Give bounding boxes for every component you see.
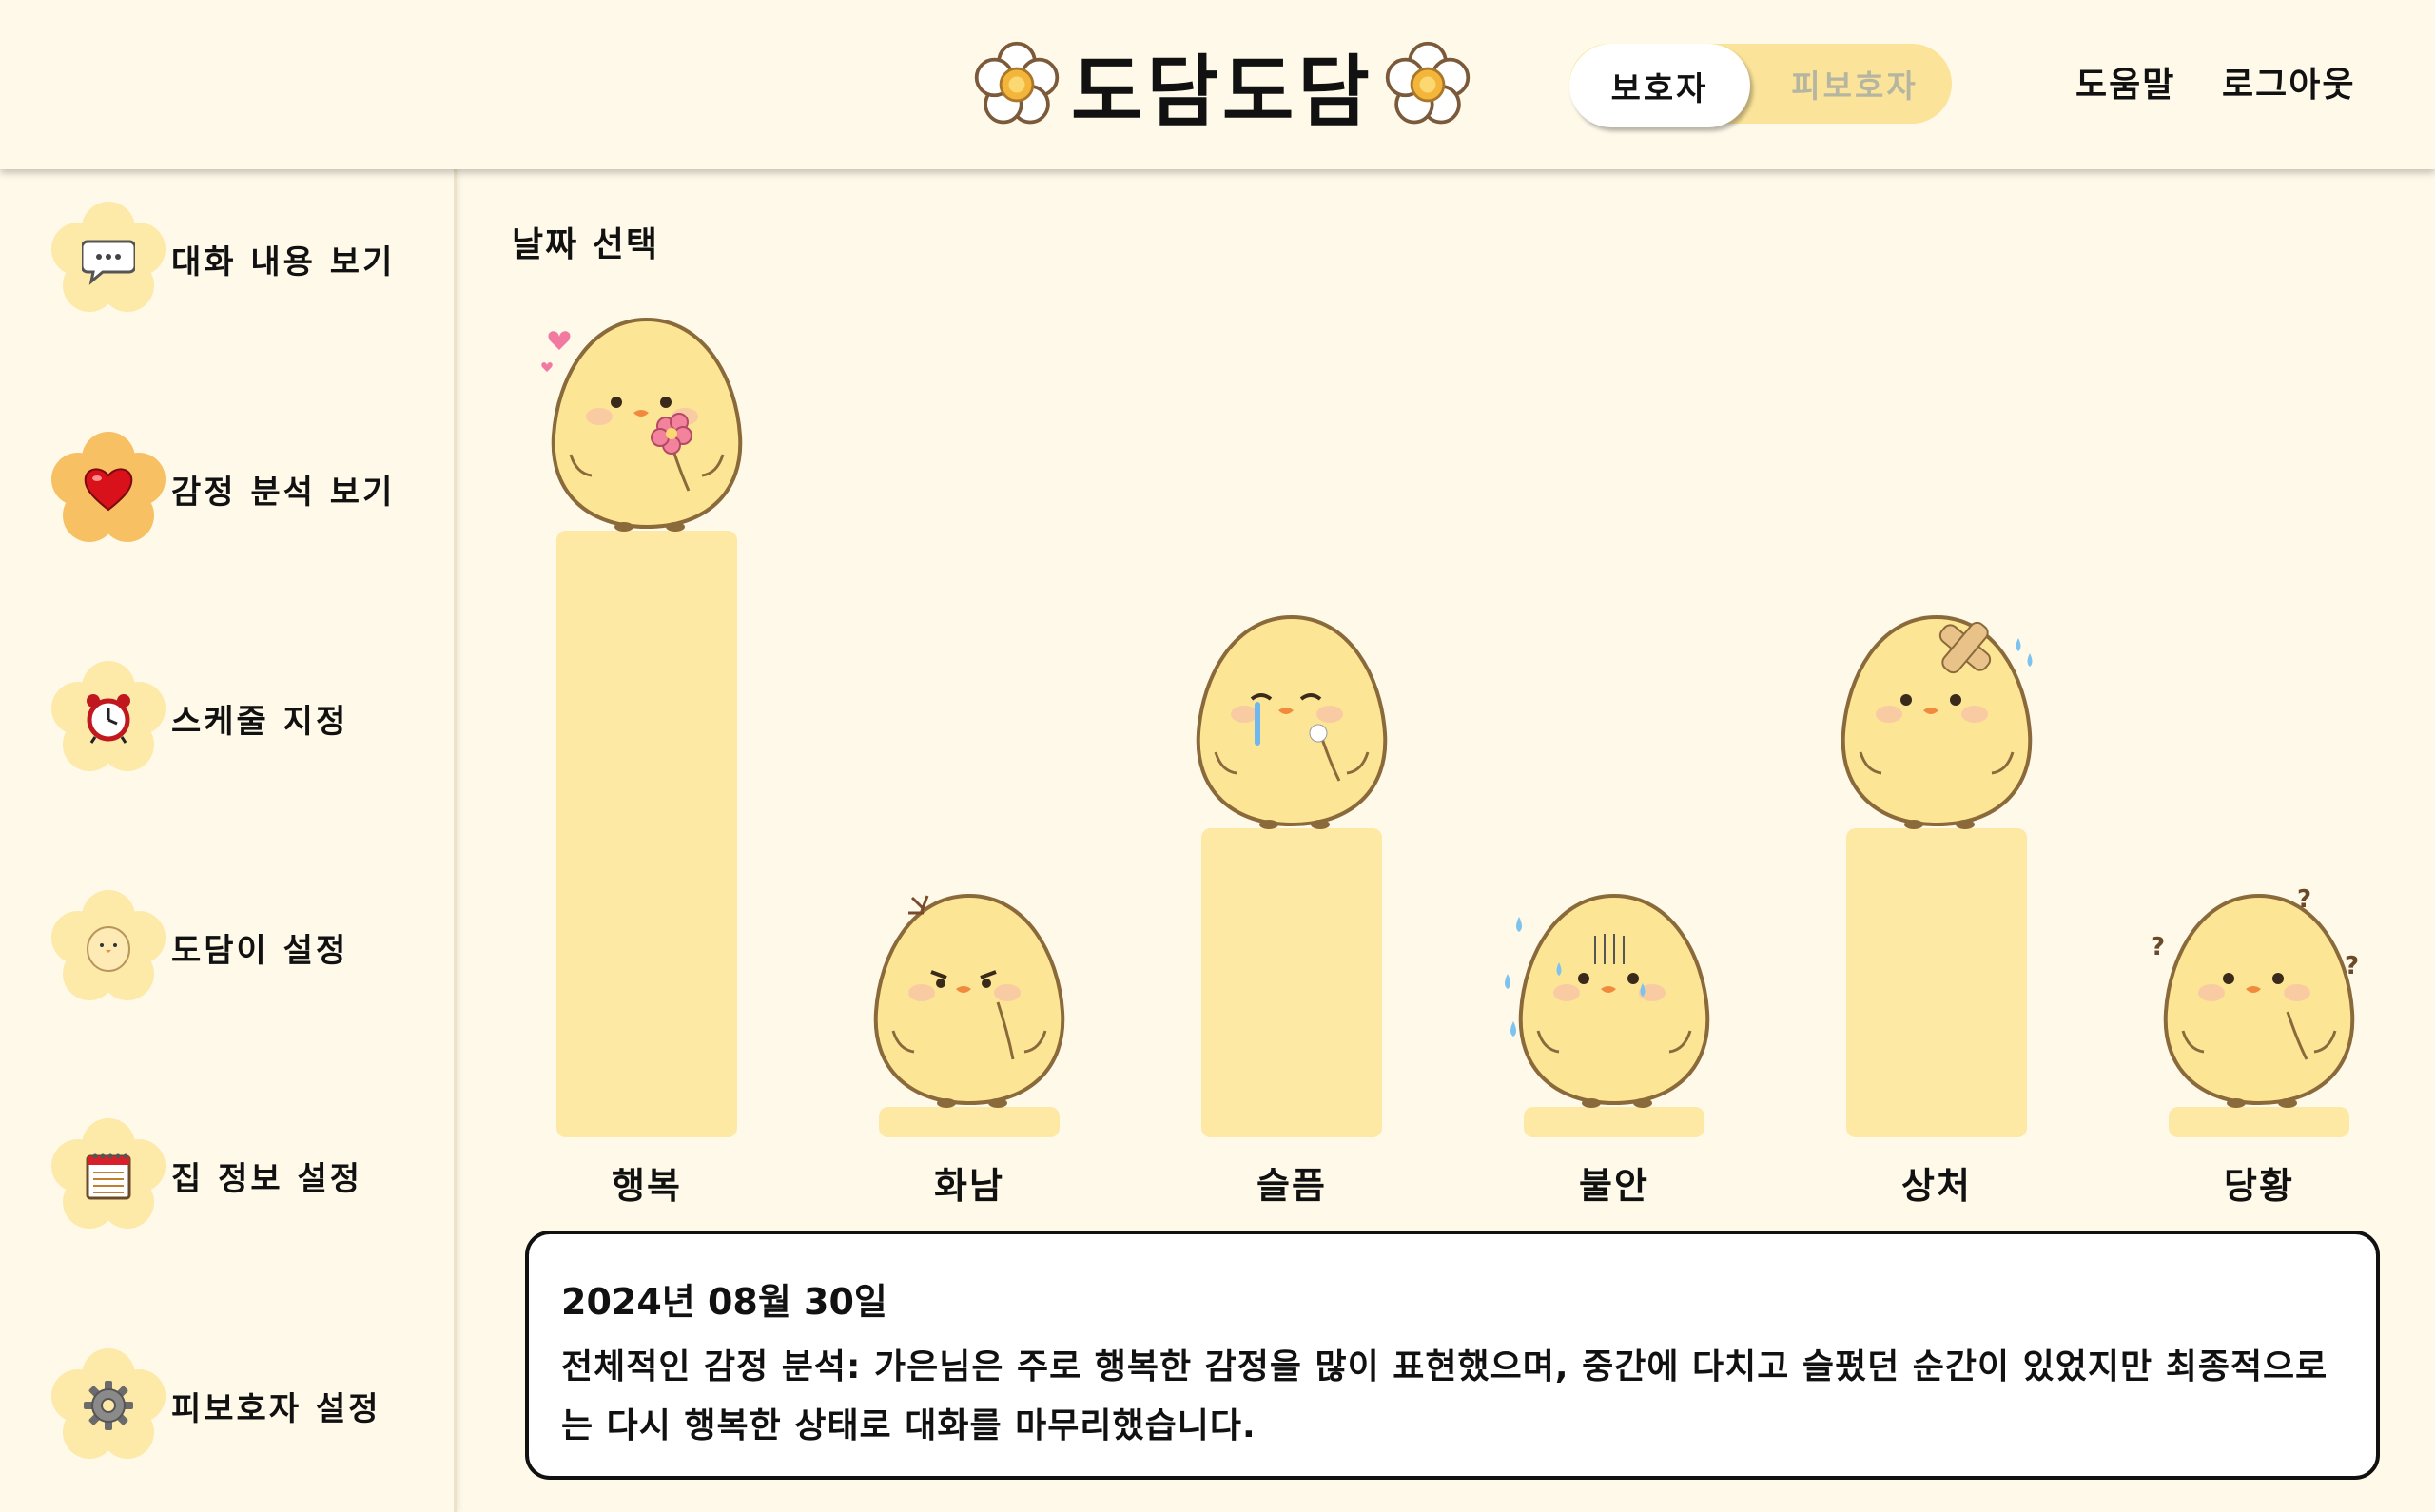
sidebar-flower-badge (49, 200, 167, 318)
sidebar-item-ward-settings[interactable]: 피보호자 설정 (49, 1347, 381, 1464)
sidebar-item-home-info[interactable]: 집 정보 설정 (49, 1116, 362, 1234)
sidebar-item-label: 감정 분석 보기 (171, 473, 396, 512)
alarm-clock-icon (87, 694, 130, 744)
heart-icon (84, 468, 133, 512)
sidebar-item-label: 피보호자 설정 (171, 1389, 381, 1428)
emotion-label: 불안 (1579, 1165, 1649, 1207)
flower-icon (974, 41, 1060, 125)
emotion-bar (556, 531, 737, 1137)
app-logo[interactable]: 도담도담 (972, 32, 1472, 138)
emotion-label: 행복 (612, 1165, 682, 1207)
sidebar-item-label: 집 정보 설정 (171, 1159, 363, 1198)
sidebar-flower-badge (49, 1347, 167, 1464)
svg-text:?: ? (2151, 933, 2165, 961)
sidebar: 대화 내용 보기 감정 분석 보기 스케줄 지정 도담이 설정 집 정보 설정 … (0, 169, 457, 1512)
sidebar-flower-badge (49, 659, 167, 777)
sidebar-item-schedule[interactable]: 스케줄 지정 (49, 659, 348, 777)
sidebar-flower-badge (49, 1116, 167, 1234)
sidebar-item-emotion-analysis[interactable]: 감정 분석 보기 (49, 430, 395, 548)
emotion-chart: 행복 화남 슬픔 불안 상처??? 당황 (514, 285, 2397, 1217)
emotion-label: 화남 (934, 1165, 1004, 1207)
sidebar-item-label: 도담이 설정 (171, 931, 349, 970)
summary-date: 2024년 08월 30일 (561, 1281, 887, 1323)
date-select[interactable]: 날짜 선택 (512, 217, 659, 266)
emotion-bar (1201, 827, 1382, 1137)
hurt-chick-icon (1822, 600, 2051, 842)
confused-chick-icon: ??? (2145, 879, 2373, 1120)
help-link[interactable]: 도움말 (2075, 57, 2175, 107)
emotion-label: 당황 (2224, 1165, 2294, 1207)
notepad-icon (86, 1153, 131, 1200)
sidebar-flower-badge (49, 430, 167, 548)
chick-icon (87, 926, 130, 972)
happy-chick-icon (533, 302, 761, 544)
svg-text:?: ? (2297, 885, 2311, 914)
role-guardian-button[interactable]: 보호자 (1569, 44, 1750, 127)
logout-link[interactable]: 로그아웃 (2222, 57, 2355, 107)
sidebar-item-label: 스케줄 지정 (171, 702, 349, 741)
summary-text: 전체적인 감정 분석: 가은님은 주로 행복한 감정을 많이 표현했으며, 중간… (561, 1347, 2328, 1445)
summary-box: 2024년 08월 30일 전체적인 감정 분석: 가은님은 주로 행복한 감정… (525, 1231, 2380, 1480)
anxious-chick-icon (1500, 879, 1728, 1120)
emotion-bar (1846, 827, 2027, 1137)
svg-text:?: ? (2345, 952, 2359, 980)
app-header: 도담도담 보호자 피보호자 도움말 로그아웃 (0, 0, 2435, 169)
sidebar-item-chat-history[interactable]: 대화 내용 보기 (49, 200, 395, 318)
emotion-label: 슬픔 (1256, 1165, 1327, 1207)
gear-icon (84, 1381, 133, 1430)
sidebar-flower-badge (49, 888, 167, 1006)
sad-chick-icon (1178, 600, 1406, 842)
sidebar-item-label: 대화 내용 보기 (171, 242, 396, 281)
app-title: 도담도담 (1071, 47, 1373, 138)
angry-chick-icon (855, 879, 1083, 1120)
speech-bubble-icon (82, 240, 135, 285)
flower-icon (1385, 41, 1470, 125)
role-toggle[interactable]: 보호자 피보호자 (1569, 44, 1952, 127)
sidebar-item-dodam-settings[interactable]: 도담이 설정 (49, 888, 348, 1006)
role-ward-button[interactable]: 피보호자 (1760, 44, 1950, 124)
emotion-label: 상처 (1901, 1165, 1972, 1207)
